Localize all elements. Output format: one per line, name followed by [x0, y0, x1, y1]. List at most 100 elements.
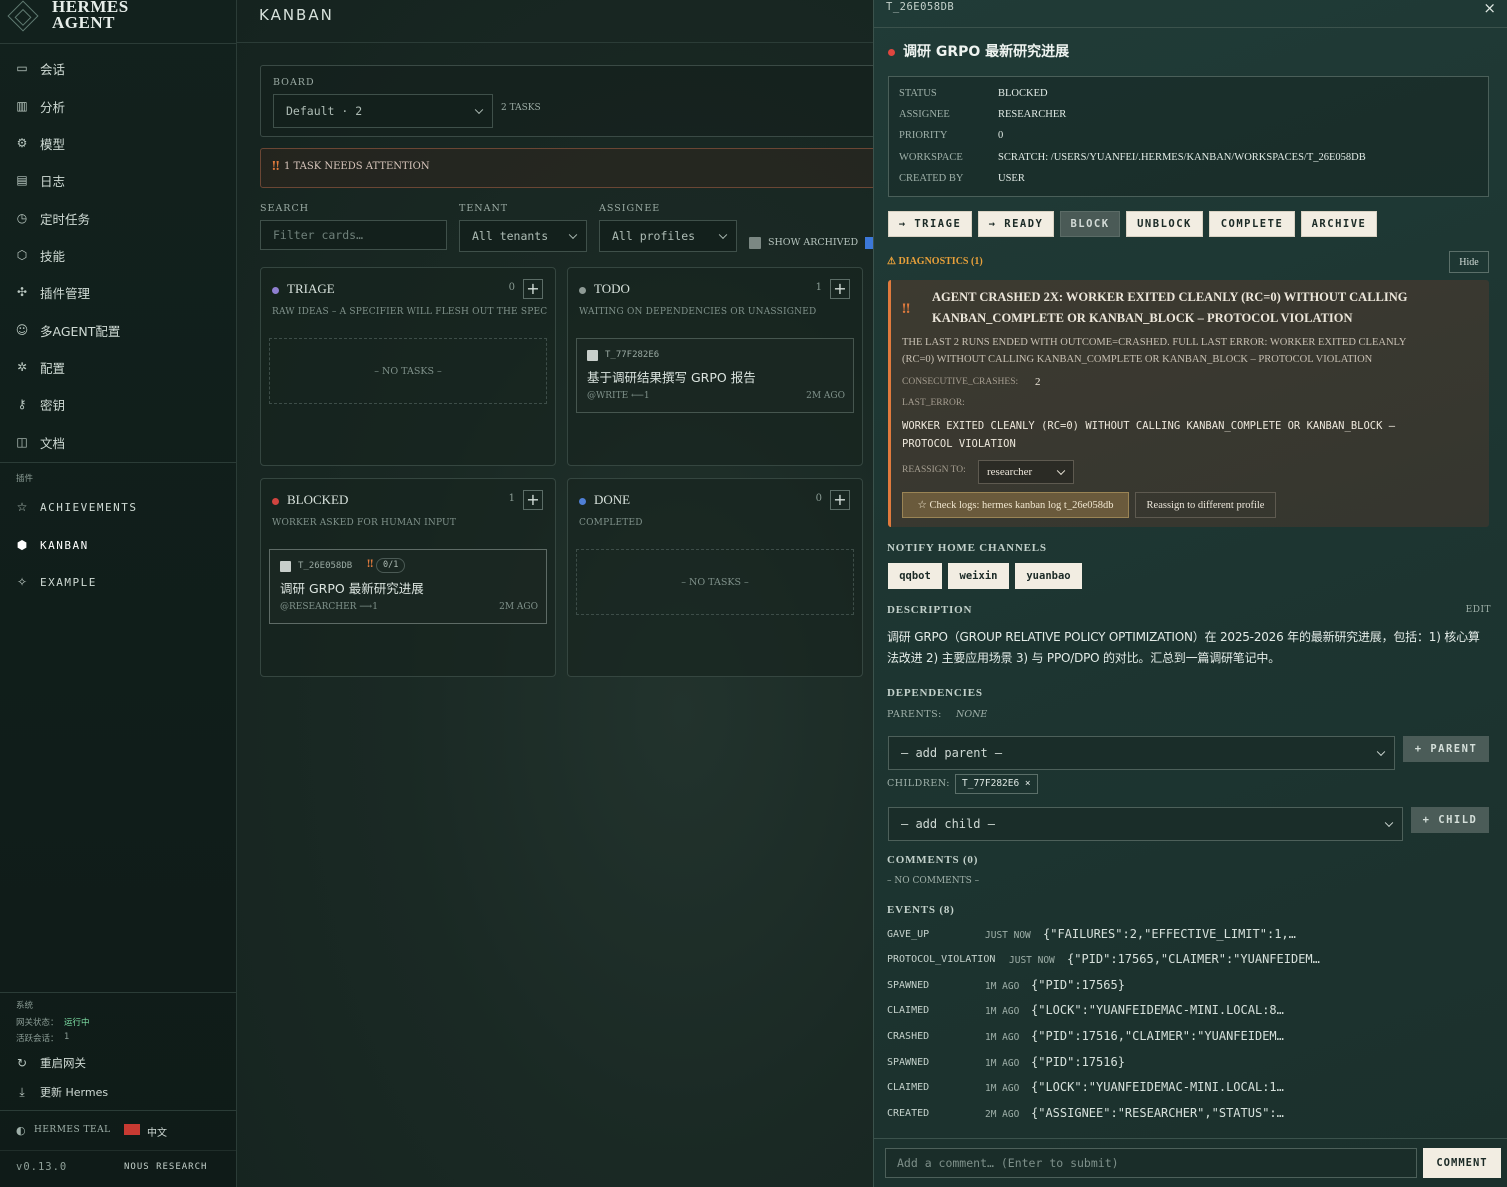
add-task-button[interactable]: +: [830, 279, 850, 299]
add-task-button[interactable]: +: [523, 279, 543, 299]
field-key: PRIORITY: [899, 130, 948, 141]
nav-item-cron[interactable]: ◷ 定时任务: [0, 203, 236, 233]
show-archived-checkbox[interactable]: [749, 237, 761, 249]
nav-item-models[interactable]: ⚙ 模型: [0, 128, 236, 158]
task-card[interactable]: T_26E058DB ‼ 0/1 调研 GRPO 最新研究进展 @RESEARC…: [269, 549, 547, 624]
edit-description-button[interactable]: EDIT: [1466, 605, 1491, 615]
restart-gateway-button[interactable]: ↻ 重启网关: [0, 1048, 236, 1078]
block-button[interactable]: BLOCK: [1060, 211, 1120, 237]
tenant-select[interactable]: All tenants: [459, 220, 587, 252]
chart-icon: ▥: [16, 99, 28, 113]
nav-item-example[interactable]: ✧ EXAMPLE: [0, 567, 236, 597]
chevron-down-icon: [474, 105, 484, 115]
child-chip[interactable]: T_77F282E6 ×: [955, 774, 1038, 794]
nav-label: 密钥: [40, 397, 66, 413]
board-select[interactable]: Default · 2: [273, 94, 493, 128]
add-parent-select[interactable]: – add parent –: [888, 736, 1395, 770]
assignee-select[interactable]: All profiles: [599, 220, 737, 252]
comment-input[interactable]: Add a comment… (Enter to submit): [885, 1148, 1417, 1178]
archive-button[interactable]: ARCHIVE: [1301, 211, 1377, 237]
close-icon[interactable]: ×: [1483, 0, 1496, 17]
reassign-profile-button[interactable]: Reassign to different profile: [1135, 492, 1276, 518]
nav-item-config[interactable]: ✲ 配置: [0, 352, 236, 382]
chevron-down-icon: [1384, 818, 1394, 828]
nav-item-keys[interactable]: ⚷ 密钥: [0, 389, 236, 419]
field-value: BLOCKED: [998, 88, 1048, 99]
chevron-down-icon: [1056, 466, 1066, 476]
task-id: T_26E058DB: [298, 561, 353, 571]
column-count: 1: [508, 493, 515, 504]
field-key: STATUS: [899, 88, 937, 99]
column-blocked: BLOCKED 1 + WORKER ASKED FOR HUMAN INPUT…: [260, 478, 556, 677]
chevron-down-icon: [1376, 747, 1386, 757]
puzzle-icon: ✣: [16, 285, 28, 299]
column-triage: TRIAGE 0 + RAW IDEAS – A SPECIFIER WILL …: [260, 267, 556, 466]
comment-button[interactable]: COMMENT: [1423, 1148, 1501, 1178]
restart-label: 重启网关: [40, 1056, 86, 1070]
language-switcher[interactable]: 中文: [147, 1124, 167, 1139]
diagnostic-body-line-2: (RC=0) WITHOUT CALLING KANBAN_COMPLETE O…: [902, 354, 1373, 365]
reassign-value: researcher: [987, 466, 1033, 478]
nav-item-skills[interactable]: ⬡ 技能: [0, 240, 236, 270]
description-heading: DESCRIPTION: [887, 604, 973, 616]
nav-item-logs[interactable]: ▤ 日志: [0, 165, 236, 195]
card-checkbox[interactable]: [587, 350, 598, 361]
nav-item-plugins[interactable]: ✣ 插件管理: [0, 277, 236, 307]
column-count: 1: [815, 282, 822, 293]
event-kind: CRASHED: [887, 1031, 930, 1042]
event-time: 1M AGO: [985, 981, 1020, 992]
reassign-select[interactable]: researcher: [978, 460, 1074, 484]
diagnostic-title-line-2: KANBAN_COMPLETE OR KANBAN_BLOCK – PROTOC…: [932, 311, 1353, 325]
theme-switcher[interactable]: HERMES TEAL: [34, 1125, 111, 1135]
board-panel: BOARD Default · 2 2 TASKS: [260, 65, 880, 137]
task-card[interactable]: T_77F282E6 基于调研结果撰写 GRPO 报告 @WRITE ⟵1 2M…: [576, 338, 854, 413]
hide-diagnostics-button[interactable]: Hide: [1449, 251, 1489, 273]
nav-label: 模型: [40, 136, 66, 152]
event-kind: SPAWNED: [887, 1057, 930, 1068]
nav-item-analytics[interactable]: ▥ 分析: [0, 91, 236, 121]
add-parent-button[interactable]: + PARENT: [1403, 736, 1489, 762]
plugins-heading: 插件: [16, 474, 34, 484]
cube-icon: ⬡: [16, 248, 28, 262]
card-checkbox[interactable]: [280, 561, 291, 572]
divider: [0, 1150, 236, 1151]
triage-button[interactable]: → TRIAGE: [888, 211, 972, 237]
unblock-button[interactable]: UNBLOCK: [1126, 211, 1203, 237]
brand-logo[interactable]: HERMES AGENT: [0, 0, 236, 44]
complete-button[interactable]: COMPLETE: [1209, 211, 1295, 237]
update-hermes-button[interactable]: ⤓ 更新 Hermes: [0, 1077, 236, 1107]
channel-chip[interactable]: yuanbao: [1015, 563, 1082, 589]
nav-label: 多AGENT配置: [40, 323, 121, 339]
task-meta: @RESEARCHER ⟶1: [280, 602, 378, 612]
divider: [0, 1110, 236, 1111]
channel-chip[interactable]: weixin: [948, 563, 1009, 589]
event-time: 1M AGO: [985, 1032, 1020, 1043]
channel-chip[interactable]: qqbot: [888, 563, 942, 589]
column-title: BLOCKED: [287, 492, 349, 507]
attention-banner[interactable]: ‼ 1 TASK NEEDS ATTENTION: [260, 148, 880, 188]
nav-item-achievements[interactable]: ☆ ACHIEVEMENTS: [0, 492, 236, 522]
event-payload: {"PID":17516,"CLAIMER":"YUANFEIDEM…: [1031, 1029, 1284, 1043]
event-payload: {"PID":17565,"CLAIMER":"YUANFEIDEM…: [1067, 952, 1320, 966]
add-child-select[interactable]: – add child –: [888, 807, 1403, 841]
chat-icon: ▭: [16, 61, 28, 75]
status-dot: [272, 498, 279, 505]
nav-item-sessions[interactable]: ▭ 会话: [0, 53, 236, 83]
column-title: TRIAGE: [287, 281, 335, 296]
add-child-button[interactable]: + CHILD: [1411, 807, 1489, 833]
org-name: NOUS RESEARCH: [124, 1162, 208, 1172]
check-logs-button[interactable]: ☆ Check logs: hermes kanban log t_26e058…: [902, 492, 1129, 518]
nav-item-multi-agent[interactable]: ☺ 多AGENT配置: [0, 315, 236, 345]
nav-label: 配置: [40, 360, 66, 376]
progress-badge: 0/1: [376, 558, 406, 573]
event-time: 1M AGO: [985, 1083, 1020, 1094]
add-task-button[interactable]: +: [830, 490, 850, 510]
palette-icon: ◐: [16, 1124, 26, 1137]
nav-label: 会话: [40, 61, 66, 77]
add-task-button[interactable]: +: [523, 490, 543, 510]
nav-item-docs[interactable]: ◫ 文档: [0, 427, 236, 457]
search-input[interactable]: Filter cards…: [260, 220, 447, 250]
event-payload: {"PID":17565}: [1031, 978, 1125, 992]
nav-item-kanban[interactable]: ⬢ KANBAN: [0, 530, 236, 560]
ready-button[interactable]: → READY: [978, 211, 1054, 237]
